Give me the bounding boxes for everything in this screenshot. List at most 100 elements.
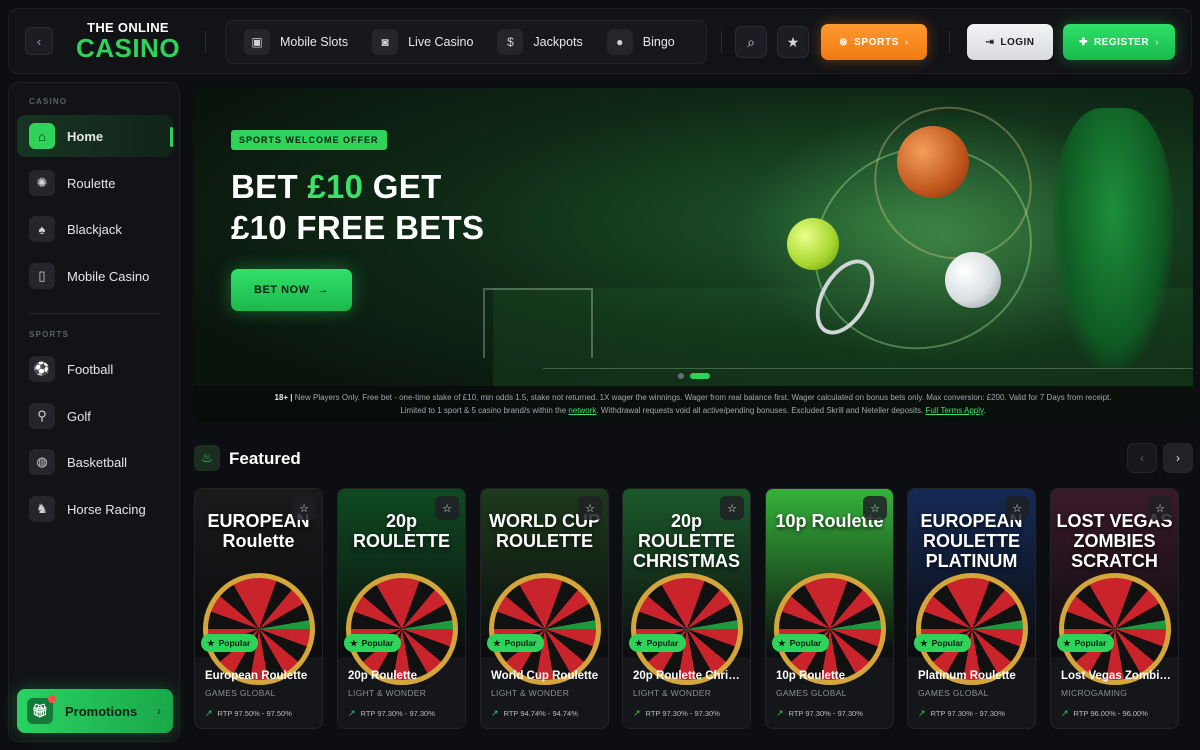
register-label: REGISTER [1093,36,1150,48]
rtp-value: RTP 94.74% - 94.74% [503,709,578,718]
game-provider: LIGHT & WONDER [491,688,570,698]
carousel-prev-button[interactable]: ‹ [1127,443,1157,473]
nav-item-mobile-slots[interactable]: ▣ Mobile Slots [236,26,356,58]
sidebar: CASINO ⌂ Home ✺ Roulette ♠ Blackjack ▯ M… [8,82,180,742]
popular-badge: ★ Popular [914,634,972,652]
favourite-button[interactable]: ☆ [578,496,602,520]
full-terms-link[interactable]: Full Terms Apply [925,406,983,415]
popular-label: Popular [504,638,537,648]
star-outline-icon: ☆ [1012,502,1022,515]
chevron-right-icon: › [157,704,161,718]
nav-item-bingo[interactable]: ● Bingo [599,26,683,58]
game-rtp: ↗ RTP 97.30% - 97.30% [348,708,435,719]
football-player-graphic [1053,108,1173,368]
search-icon: ⌕ [747,33,755,50]
horse-icon: ♞ [29,496,55,522]
site-logo[interactable]: THE ONLINE CASINO [73,21,183,62]
game-card[interactable]: 20p ROULETTE CHRISTMAS ☆ ★ Popular 20p Ro… [622,488,751,729]
bet-now-label: BET NOW [254,284,310,296]
star-icon: ★ [493,637,501,648]
game-name: Lost Vegas Zombies Scratch [1061,670,1173,682]
search-button[interactable]: ⌕ [735,26,767,58]
nav-label: Jackpots [533,35,583,49]
terms-end: . [983,406,986,415]
featured-title: Featured [229,449,301,468]
register-button[interactable]: ✚ REGISTER › [1063,24,1175,60]
header-divider [949,31,950,53]
star-icon: ★ [1063,637,1071,648]
back-button[interactable]: ‹ [25,27,53,55]
basketball-icon: ◍ [29,449,55,475]
headline-part: BET [231,168,308,205]
roulette-wheel-graphic [346,573,458,685]
star-icon: ★ [635,637,643,648]
favourite-button[interactable]: ☆ [863,496,887,520]
login-button[interactable]: ⇥ LOGIN [967,24,1053,60]
game-art-title: EUROPEAN ROULETTE PLATINUM [920,511,1023,571]
goal-graphic [483,288,593,358]
carousel-dot[interactable] [678,373,684,379]
roulette-icon: ✺ [29,170,55,196]
nav-item-live-casino[interactable]: ◙ Live Casino [364,26,481,58]
sidebar-item-roulette[interactable]: ✺ Roulette [17,162,173,204]
favourite-button[interactable]: ☆ [1148,496,1172,520]
popular-badge: ★ Popular [772,634,830,652]
rtp-value: RTP 97.50% - 97.50% [217,709,292,718]
game-card[interactable]: WORLD CUP ROULETTE ☆ ★ Popular World Cup … [480,488,609,729]
chevron-right-icon: › [1155,36,1159,48]
game-card[interactable]: 20p ROULETTE ☆ ★ Popular 20p Roulette LIG… [337,488,466,729]
football-icon: ⚽ [29,356,55,382]
rtp-value: RTP 96.00% - 96.00% [1073,709,1148,718]
pitch-line [543,368,1193,369]
game-card[interactable]: 10p Roulette ☆ ★ Popular 10p Roulette GAM… [765,488,894,729]
sidebar-item-basketball[interactable]: ◍ Basketball [17,441,173,483]
cards-icon: ♠ [29,216,55,242]
game-card[interactable]: EUROPEAN Roulette ☆ ★ Popular European Ro… [194,488,323,729]
favourite-button[interactable]: ☆ [720,496,744,520]
favourite-button[interactable]: ☆ [1005,496,1029,520]
star-outline-icon: ☆ [870,502,880,515]
game-provider: GAMES GLOBAL [205,688,276,698]
bet-now-button[interactable]: BET NOW → [231,269,352,311]
headline-line2: £10 FREE BETS [231,209,485,246]
roulette-wheel-graphic [489,573,601,685]
chart-icon: ↗ [348,708,356,718]
game-card[interactable]: LOST VEGAS ZOMBIES SCRATCH ☆ ★ Popular Lo… [1050,488,1179,729]
sidebar-item-football[interactable]: ⚽ Football [17,348,173,390]
game-provider: MICROGAMING [1061,688,1128,698]
sports-button[interactable]: ⊛ SPORTS › [821,24,927,60]
sidebar-item-blackjack[interactable]: ♠ Blackjack [17,208,173,250]
chart-icon: ↗ [918,708,926,718]
nav-item-jackpots[interactable]: $ Jackpots [489,26,590,58]
roulette-wheel-graphic [203,573,315,685]
game-name: Platinum Roulette [918,670,1016,682]
sidebar-item-mobile-casino[interactable]: ▯ Mobile Casino [17,255,173,297]
favourites-button[interactable]: ★ [777,26,809,58]
soccer-ball-graphic [945,252,1001,308]
login-icon: ⇥ [985,36,995,48]
money-bag-icon: $ [497,29,524,55]
promotions-button[interactable]: 🎁︎ Promotions › [17,689,173,733]
age-label: 18+ | [274,393,293,402]
game-provider: GAMES GLOBAL [776,688,847,698]
chevron-left-icon: ‹ [1140,451,1144,465]
mobile-icon: ▯ [29,263,55,289]
tennis-ball-graphic [787,218,839,270]
favourite-button[interactable]: ☆ [435,496,459,520]
chevron-right-icon: › [904,36,909,48]
sidebar-item-golf[interactable]: ⚲ Golf [17,395,173,437]
star-icon: ★ [207,637,215,648]
carousel-next-button[interactable]: › [1163,443,1193,473]
sidebar-item-horse-racing[interactable]: ♞ Horse Racing [17,488,173,530]
star-outline-icon: ☆ [1155,502,1165,515]
home-icon: ⌂ [29,123,55,149]
game-card[interactable]: EUROPEAN ROULETTE PLATINUM ☆ ★ Popular Pl… [907,488,1036,729]
carousel-dots [678,373,710,379]
sidebar-item-home[interactable]: ⌂ Home [17,115,173,157]
carousel-dot-active[interactable] [690,373,710,379]
sports-label: SPORTS [854,36,899,48]
sidebar-item-label: Home [67,128,104,144]
popular-label: Popular [931,638,964,648]
favourite-button[interactable]: ☆ [292,496,316,520]
network-link[interactable]: network [568,406,596,415]
